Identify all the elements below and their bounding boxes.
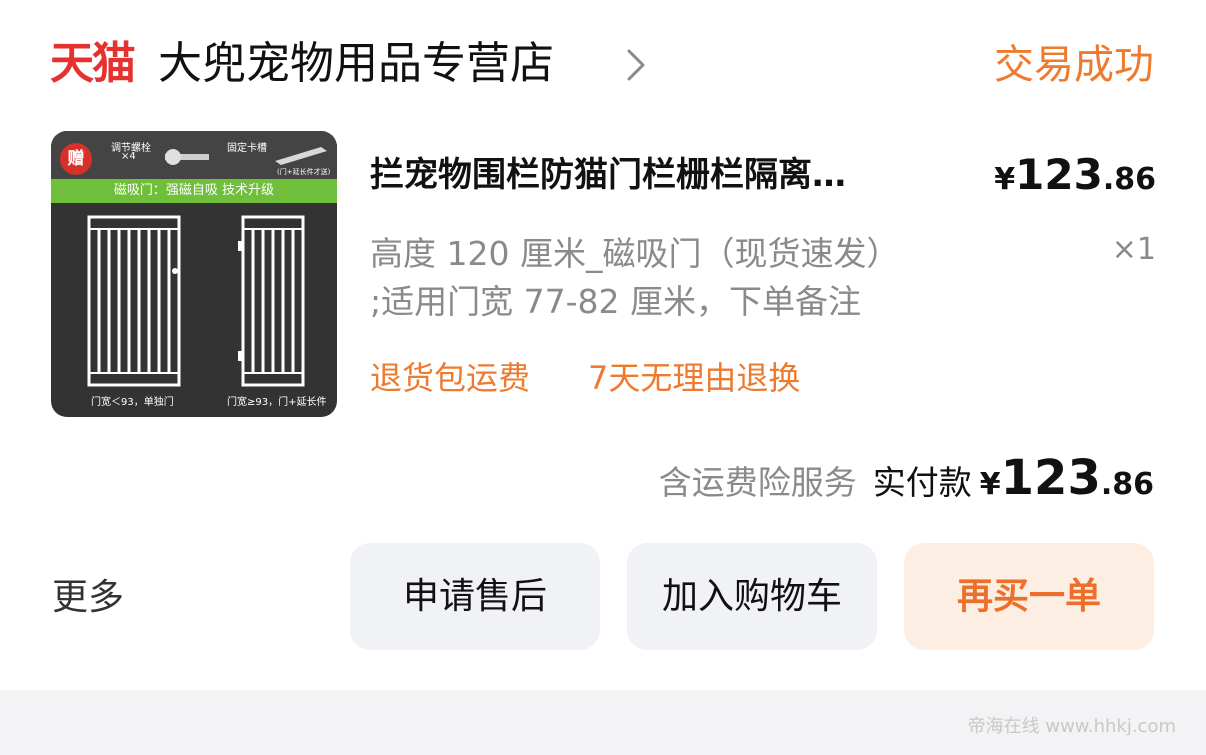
tmall-logo: 天猫	[50, 38, 136, 89]
unit-price-integer: 123	[1015, 150, 1103, 199]
sku-line-1: 高度 120 厘米_磁吸门（现货速发）	[370, 234, 900, 273]
tag-return-shipping: 退货包运费	[370, 359, 531, 397]
sku-description: 高度 120 厘米_磁吸门（现货速发） ;适用门宽 77-82 厘米，下单备注	[370, 230, 1010, 326]
quantity: ×1	[1111, 232, 1156, 267]
shipping-insurance-note: 含运费险服务	[658, 463, 857, 502]
after-sale-button[interactable]: 申请售后	[350, 543, 600, 650]
unit-price-decimal: .86	[1102, 162, 1156, 197]
order-status: 交易成功	[994, 42, 1154, 88]
add-to-cart-button[interactable]: 加入购物车	[627, 543, 877, 650]
order-card: 天猫 大兜宠物用品专营店 交易成功 赠 调节螺栓 ×4 固定卡槽 (门+延长件才…	[0, 0, 1206, 690]
total-integer: 123	[1000, 450, 1101, 506]
unit-price: ¥123.86	[994, 150, 1156, 199]
total-decimal: .86	[1100, 467, 1154, 502]
thumbnail-caption-right: 门宽≥93，门+延长件	[227, 397, 327, 408]
magnetic-gate-illustration	[87, 215, 181, 387]
product-title-link[interactable]: 拦宠物围栏防猫门栏栅栏隔离…	[370, 152, 960, 198]
shop-name-link[interactable]: 大兜宠物用品专营店	[158, 38, 554, 90]
more-button[interactable]: 更多	[52, 574, 124, 622]
thumbnail-banner: 磁吸门：强磁自吸 技术升级	[51, 179, 337, 203]
slot-bracket-icon	[275, 147, 327, 165]
product-thumbnail[interactable]: 赠 调节螺栓 ×4 固定卡槽 (门+延长件才送) 磁吸门：强磁自吸 技术升级 门…	[51, 131, 337, 417]
total-payment: 含运费险服务 实付款 ¥123.86	[659, 450, 1154, 506]
gate-extension-illustration	[238, 215, 305, 387]
buy-again-button[interactable]: 再买一单	[904, 543, 1154, 650]
watermark: 帝海在线 www.hhkj.com	[967, 716, 1176, 737]
thumbnail-part-2-note: (门+延长件才送)	[277, 168, 331, 176]
gift-badge: 赠	[60, 143, 92, 175]
thumbnail-caption-left: 门宽＜93，单独门	[91, 397, 174, 408]
bolt-icon	[165, 149, 209, 165]
thumbnail-part-1-qty: ×4	[121, 151, 136, 162]
total-label: 实付款	[872, 463, 972, 502]
unit-price-symbol: ¥	[994, 162, 1016, 197]
chevron-right-icon[interactable]	[626, 48, 646, 82]
tag-7-day-return: 7天无理由退换	[588, 359, 801, 397]
thumbnail-part-2-label: 固定卡槽	[227, 143, 267, 154]
total-symbol: ¥	[979, 467, 1001, 502]
sku-line-2: ;适用门宽 77-82 厘米，下单备注	[370, 282, 861, 321]
